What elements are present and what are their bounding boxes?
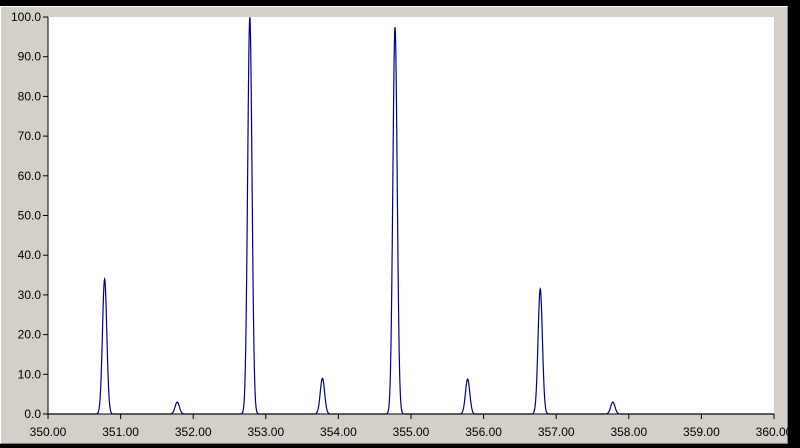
screenshot-frame: 350.00 351.00 352.00 353.00 354.00 355.00 356.… [0,0,800,448]
x-tick-label: 351.00 [102,425,139,439]
x-tick-label: 356.00 [465,425,502,439]
y-tick-label: 50.0 [18,209,42,223]
x-tick-marks [47,414,775,419]
x-tick-labels: 350.00 351.00 352.00 353.00 354.00 355.00 356.… [30,425,793,439]
y-tick-labels: 0.0 10.0 20.0 30.0 40.0 50.0 60.0 70.0 80.0 90.0 1… [11,10,41,421]
x-tick-label: 360.00 [756,425,793,439]
y-tick-label: 0.0 [24,407,41,421]
y-tick-label: 60.0 [18,169,42,183]
y-tick-label: 20.0 [18,328,42,342]
y-tick-label: 70.0 [18,129,42,143]
y-tick-label: 30.0 [18,288,42,302]
mass-spectrum-chart: 350.00 351.00 352.00 353.00 354.00 355.00 356.… [11,10,793,439]
x-tick-label: 358.00 [610,425,647,439]
x-tick-label: 353.00 [247,425,284,439]
plot-area [48,17,774,414]
x-tick-label: 357.00 [538,425,575,439]
y-tick-marks [43,16,48,415]
y-tick-label: 90.0 [18,50,42,64]
y-tick-label: 80.0 [18,89,42,103]
x-tick-label: 350.00 [30,425,67,439]
x-tick-label: 359.00 [683,425,720,439]
x-tick-label: 354.00 [320,425,357,439]
y-tick-label: 100.0 [11,10,41,24]
x-tick-label: 352.00 [175,425,212,439]
x-tick-label: 355.00 [393,425,430,439]
y-tick-label: 40.0 [18,248,42,262]
y-tick-label: 10.0 [18,367,42,381]
